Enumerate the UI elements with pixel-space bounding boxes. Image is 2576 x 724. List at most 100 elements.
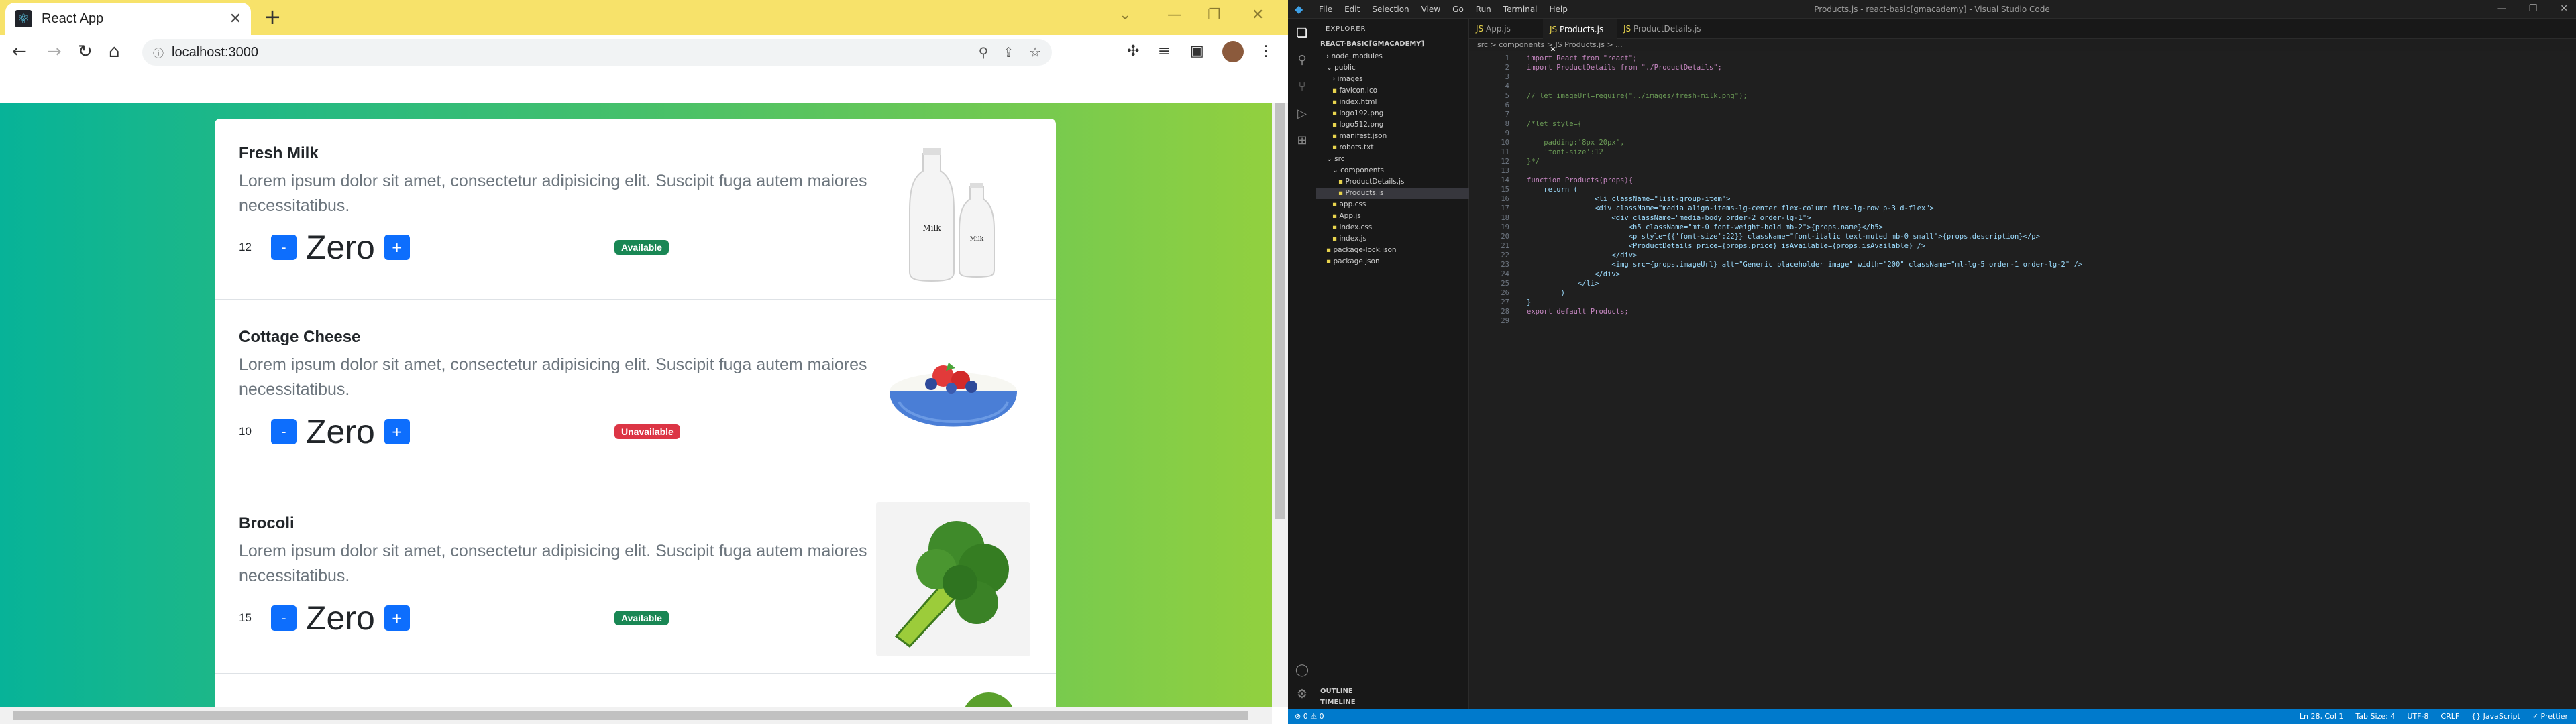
bookmark-star-icon[interactable]: ☆ [1029,44,1041,60]
tree-item[interactable]: ▪ favicon.ico [1316,85,1469,97]
timeline-section[interactable]: TIMELINE [1320,699,1356,706]
tab-size[interactable]: Tab Size: 4 [2355,712,2395,721]
tree-item[interactable]: › node_modules [1316,51,1469,62]
tree-item[interactable]: ▪ Products.js [1316,188,1469,199]
code-line[interactable]: import React from "react"; [1527,54,1637,63]
code-line[interactable]: <li className="list-group-item"> [1527,194,1730,204]
code-line[interactable]: <h5 className="mt-0 font-weight-bold mb-… [1527,223,1883,232]
decrement-button[interactable]: - [271,235,297,260]
browser-tab[interactable]: ⚛ React App ✕ [5,3,251,35]
problems-status[interactable]: ⊗ 0 ⚠ 0 [1295,712,1324,721]
restore-icon[interactable]: ❐ [1208,7,1221,23]
file-icon: ▪ [1332,235,1340,243]
increment-button[interactable]: + [384,605,410,631]
code-line[interactable]: <p style={{'font-size':22}} className="f… [1527,232,2040,241]
code-editor[interactable]: 1 import React from "react"; 2 import Produ… [1469,51,2576,709]
zoom-icon[interactable]: ⚲ [979,44,989,60]
code-line[interactable]: // let imageUrl=require("../images/fresh… [1527,91,1748,101]
prettier-status[interactable]: ✓ Prettier [2532,712,2568,721]
tree-item[interactable]: ▪ ProductDetails.js [1316,176,1469,188]
close-window-icon[interactable]: ✕ [1252,7,1264,23]
tree-item[interactable]: ▪ package.json [1316,256,1469,267]
side-panel-icon[interactable]: ▣ [1190,42,1204,62]
search-icon[interactable]: ⚲ [1294,52,1310,68]
account-icon[interactable]: ◯ [1294,662,1310,678]
code-line[interactable]: /*let style={ [1527,119,1582,129]
code-line[interactable]: 'font-size':12 [1527,147,1603,157]
code-line[interactable]: </li> [1527,279,1599,288]
tree-item[interactable]: ▪ index.html [1316,97,1469,108]
language-mode[interactable]: {} JavaScript [2471,712,2520,721]
line-ending[interactable]: CRLF [2440,712,2459,721]
project-root[interactable]: REACT-BASIC[GMACADEMY] [1320,40,1424,48]
tree-item[interactable]: ⌄ public [1316,62,1469,74]
url-text[interactable]: localhost:3000 [172,45,258,60]
tree-item[interactable]: › images [1316,74,1469,85]
code-line[interactable]: </div> [1527,269,1620,279]
settings-gear-icon[interactable]: ⚙ [1294,686,1310,703]
code-line[interactable]: <img src={props.imageUrl} alt="Generic p… [1527,260,2082,269]
share-icon[interactable]: ⇪ [1003,44,1014,60]
extensions-icon[interactable]: ✣ [1127,42,1139,62]
decrement-button[interactable]: - [271,419,297,444]
tree-item[interactable]: ▪ index.css [1316,222,1469,233]
tree-item[interactable]: ▪ app.css [1316,199,1469,210]
tab-app-js[interactable]: JS App.js [1469,19,1543,39]
breadcrumb[interactable]: src > components > JS Products.js > ... [1477,40,1623,49]
code-line[interactable]: export default Products; [1527,307,1629,316]
code-line[interactable]: return ( [1527,185,1578,194]
decrement-button[interactable]: - [271,605,297,631]
home-icon[interactable]: ⌂ [109,42,120,62]
tree-item[interactable]: ▪ manifest.json [1316,131,1469,142]
code-line[interactable]: import ProductDetails from "./ProductDet… [1527,63,1722,72]
tree-item[interactable]: ▪ robots.txt [1316,142,1469,154]
source-control-icon[interactable]: ⑂ [1294,79,1310,95]
code-line[interactable]: <div className="media-body order-2 order… [1527,213,1811,223]
tree-item[interactable]: ▪ logo192.png [1316,108,1469,119]
vertical-scroll-thumb[interactable] [1275,103,1285,519]
menu-dots-icon[interactable]: ⋮ [1258,42,1273,62]
address-bar[interactable]: ⓘ localhost:3000 ⚲ ⇪ ☆ [142,39,1052,66]
code-line[interactable]: } [1527,298,1531,307]
profile-avatar[interactable] [1222,41,1244,62]
horizontal-scroll-thumb[interactable] [13,711,1248,720]
cursor-position[interactable]: Ln 28, Col 1 [2300,712,2344,721]
increment-button[interactable]: + [384,419,410,444]
tree-item-label: favicon.ico [1339,86,1378,95]
minimize-icon[interactable]: — [2497,3,2506,14]
explorer-icon[interactable]: ❏ [1294,25,1310,42]
tree-item[interactable]: ⌄ src [1316,154,1469,165]
tree-item[interactable]: ⌄ components [1316,165,1469,176]
code-line[interactable]: }*/ [1527,157,1540,166]
code-line[interactable]: </div> [1527,251,1637,260]
close-window-icon[interactable]: ✕ [2560,3,2568,14]
code-line[interactable]: padding:'8px 20px', [1527,138,1624,147]
code-line[interactable]: <div className="media align-items-lg-cen… [1527,204,1934,213]
code-line[interactable]: <ProductDetails price={props.price} isAv… [1527,241,1926,251]
vertical-scrollbar[interactable] [1272,103,1288,707]
outline-section[interactable]: OUTLINE [1320,688,1353,695]
back-icon[interactable]: ← [12,42,27,62]
tree-item[interactable]: ▪ logo512.png [1316,119,1469,131]
minimize-icon[interactable]: — [1167,7,1182,23]
run-debug-icon[interactable]: ▷ [1294,106,1310,122]
media-icon[interactable]: ≡ [1158,42,1170,62]
tree-item[interactable]: ▪ index.js [1316,233,1469,245]
extensions-icon[interactable]: ⊞ [1294,133,1310,149]
restore-icon[interactable]: ❐ [2529,3,2538,14]
tab-productdetails-js[interactable]: JS ProductDetails.js [1617,19,1711,39]
site-info-icon[interactable]: ⓘ [153,44,164,60]
code-line[interactable]: function Products(props){ [1527,176,1633,185]
reload-icon[interactable]: ↻ [78,42,93,62]
horizontal-scrollbar[interactable] [0,707,1272,724]
code-line[interactable]: ) [1527,288,1565,298]
tab-search-icon[interactable]: ⌄ [1119,7,1131,23]
new-tab-button[interactable]: + [260,5,284,29]
increment-button[interactable]: + [384,235,410,260]
tree-item[interactable]: ▪ App.js [1316,210,1469,222]
tree-item[interactable]: ▪ package-lock.json [1316,245,1469,256]
encoding[interactable]: UTF-8 [2407,712,2428,721]
tab-close-icon[interactable]: ✕ [229,11,241,27]
forward-icon[interactable]: → [47,42,62,62]
tab-products-js[interactable]: JS Products.js ✕ [1543,19,1617,54]
